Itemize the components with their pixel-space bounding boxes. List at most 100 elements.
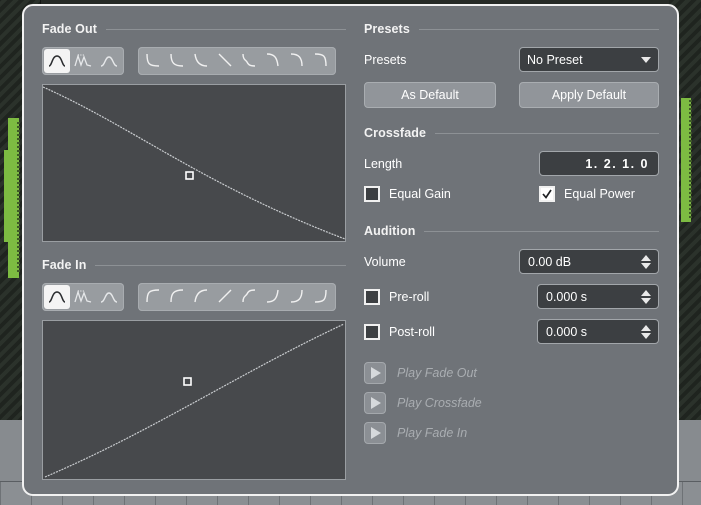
as-default-button[interactable]: As Default — [364, 82, 496, 108]
fade-out-preset-2-button[interactable] — [165, 49, 189, 73]
fade-out-spline-curve-button[interactable] — [44, 49, 70, 73]
waveform-right-dots — [689, 100, 692, 220]
fade-out-section-header: Fade Out — [42, 22, 346, 36]
play-crossfade-row[interactable]: Play Crossfade — [364, 392, 659, 414]
fade-out-preset-3-button[interactable] — [189, 49, 213, 73]
section-divider-line — [105, 28, 346, 30]
audition-section-header: Audition — [364, 224, 659, 238]
arrow-up-icon[interactable] — [641, 324, 651, 331]
fade-out-preset-1-button[interactable] — [141, 49, 165, 73]
arrow-down-icon[interactable] — [641, 297, 651, 304]
play-icon[interactable] — [364, 392, 386, 414]
length-label: Length — [364, 156, 403, 171]
fade-out-graph[interactable] — [42, 84, 346, 242]
crossfade-section-header: Crossfade — [364, 126, 659, 140]
fade-in-damped-spline-button[interactable] — [70, 285, 96, 309]
presets-row: Presets No Preset — [364, 47, 659, 72]
fade-in-preset-group — [138, 283, 336, 311]
pre-roll-checkbox[interactable] — [364, 288, 380, 305]
presets-title: Presets — [364, 22, 410, 36]
post-roll-row: Post-roll 0.000 s — [364, 319, 659, 344]
apply-default-button[interactable]: Apply Default — [519, 82, 659, 108]
crossfade-length-input[interactable]: 1. 2. 1. 0 — [539, 151, 659, 176]
post-roll-checkbox-row[interactable]: Post-roll — [364, 323, 435, 340]
arrow-up-icon[interactable] — [641, 254, 651, 261]
arrow-up-icon[interactable] — [641, 289, 651, 296]
fade-in-curve-handle — [183, 377, 192, 386]
post-roll-value: 0.000 s — [546, 324, 588, 339]
fade-in-preset-3-button[interactable] — [189, 285, 213, 309]
fade-out-linear-curve-button[interactable] — [96, 49, 122, 73]
play-fade-in-row[interactable]: Play Fade In — [364, 422, 659, 444]
equal-power-label: Equal Power — [564, 187, 635, 201]
volume-row: Volume 0.00 dB — [364, 249, 659, 274]
pre-roll-value: 0.000 s — [546, 289, 588, 304]
fade-in-section-header: Fade In — [42, 258, 346, 272]
pre-roll-stepper[interactable] — [641, 289, 654, 304]
fade-in-preset-7-button[interactable] — [285, 285, 309, 309]
fade-in-preset-5-button[interactable] — [237, 285, 261, 309]
fade-in-spline-curve-button[interactable] — [44, 285, 70, 309]
play-icon[interactable] — [364, 422, 386, 444]
fade-out-damped-spline-button[interactable] — [70, 49, 96, 73]
play-fade-out-row[interactable]: Play Fade Out — [364, 362, 659, 384]
presets-dropdown-value: No Preset — [527, 52, 583, 67]
presets-section-header: Presets — [364, 22, 659, 36]
fade-out-preset-6-button[interactable] — [261, 49, 285, 73]
chevron-down-icon — [641, 56, 651, 63]
fade-out-preset-7-button[interactable] — [285, 49, 309, 73]
play-icon[interactable] — [364, 362, 386, 384]
equal-gain-label: Equal Gain — [389, 187, 451, 201]
post-roll-stepper[interactable] — [641, 324, 654, 339]
pre-roll-checkbox-row[interactable]: Pre-roll — [364, 288, 430, 305]
crossfade-length-row: Length 1. 2. 1. 0 — [364, 151, 659, 176]
fade-in-preset-1-button[interactable] — [141, 285, 165, 309]
post-roll-label: Post-roll — [389, 324, 435, 339]
pre-roll-label: Pre-roll — [389, 289, 430, 304]
equal-power-checkbox-row[interactable]: Equal Power — [539, 186, 635, 202]
section-divider-line — [95, 264, 346, 266]
arrow-down-icon[interactable] — [641, 262, 651, 269]
equal-gain-checkbox-row[interactable]: Equal Gain — [364, 186, 539, 202]
volume-stepper[interactable] — [641, 254, 654, 269]
equal-gain-checkbox[interactable] — [364, 186, 380, 202]
fade-out-controls — [42, 47, 346, 75]
volume-input[interactable]: 0.00 dB — [519, 249, 659, 274]
presets-dropdown[interactable]: No Preset — [519, 47, 659, 72]
fade-in-graph[interactable] — [42, 320, 346, 480]
fade-out-preset-5-button[interactable] — [237, 49, 261, 73]
fade-in-controls — [42, 283, 346, 311]
fade-out-preset-4-button[interactable] — [213, 49, 237, 73]
pre-roll-input[interactable]: 0.000 s — [537, 284, 659, 309]
crossfade-title: Crossfade — [364, 126, 427, 140]
fade-dialog: Fade Out Fade In Presets Presets No Pres… — [22, 4, 679, 496]
fade-out-preset-8-button[interactable] — [309, 49, 333, 73]
audition-title: Audition — [364, 224, 416, 238]
fade-out-curve-handle — [185, 171, 194, 180]
fade-in-preset-2-button[interactable] — [165, 285, 189, 309]
post-roll-checkbox[interactable] — [364, 323, 380, 340]
fade-out-curve-type-group — [42, 47, 124, 75]
volume-label: Volume — [364, 254, 406, 269]
play-fade-in-label: Play Fade In — [397, 426, 468, 440]
fade-in-preset-6-button[interactable] — [261, 285, 285, 309]
presets-label: Presets — [364, 52, 407, 67]
fade-out-title: Fade Out — [42, 22, 97, 36]
equal-power-checkbox[interactable] — [539, 186, 555, 202]
section-divider-line — [418, 28, 659, 30]
fade-editor-screen: Fade Out Fade In Presets Presets No Pres… — [0, 0, 701, 505]
fade-in-preset-4-button[interactable] — [213, 285, 237, 309]
play-buttons-block: Play Fade Out Play Crossfade Play Fade I… — [364, 362, 659, 444]
fade-out-preset-group — [138, 47, 336, 75]
arrow-down-icon[interactable] — [641, 332, 651, 339]
right-column: Presets Presets No Preset As Default App… — [364, 22, 659, 480]
section-divider-line — [424, 230, 659, 232]
post-roll-input[interactable]: 0.000 s — [537, 319, 659, 344]
waveform-left-dots — [17, 122, 20, 274]
fade-in-preset-8-button[interactable] — [309, 285, 333, 309]
fade-in-linear-curve-button[interactable] — [96, 285, 122, 309]
volume-value: 0.00 dB — [528, 254, 572, 269]
crossfade-checkboxes: Equal Gain Equal Power — [364, 186, 659, 202]
pre-roll-row: Pre-roll 0.000 s — [364, 284, 659, 309]
crossfade-length-value: 1. 2. 1. 0 — [585, 156, 649, 171]
